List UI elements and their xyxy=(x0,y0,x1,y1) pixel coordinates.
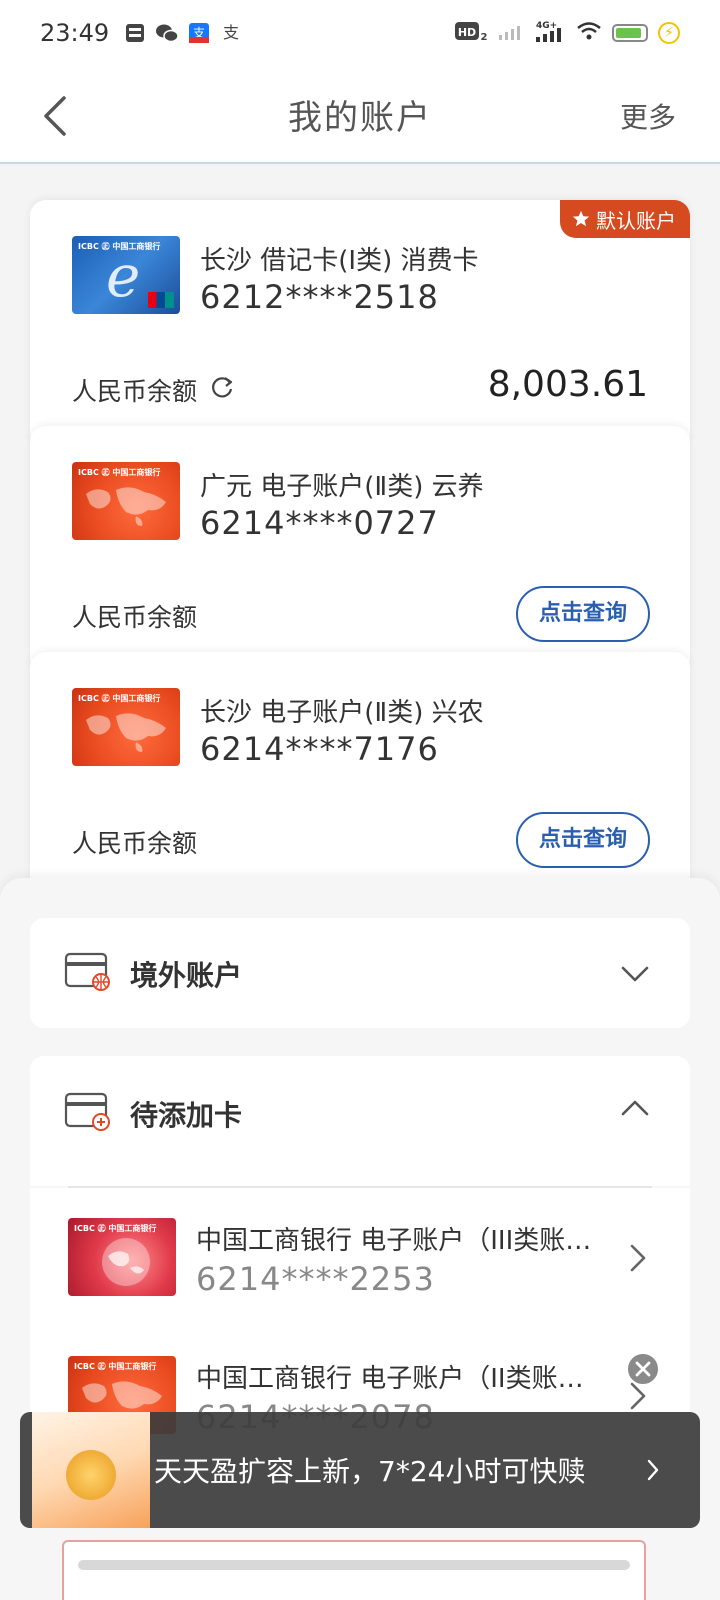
account-card[interactable]: 默认账户 ICBC ㊣ 中国工商银行 e 长沙 借记卡(Ⅰ类) 消费卡 6212… xyxy=(30,200,690,450)
account-number: 6214****7176 xyxy=(200,730,439,768)
balance-label: 人民币余额 xyxy=(72,377,198,406)
account-number: 6212****2518 xyxy=(200,278,439,316)
pending-card-number: 6214****2253 xyxy=(196,1260,435,1298)
balance-value: 8,003.61 xyxy=(487,364,648,405)
query-balance-button[interactable]: 点击查询 xyxy=(516,812,650,868)
promo-close-button[interactable] xyxy=(626,1352,660,1386)
svg-text:4G+: 4G+ xyxy=(536,21,557,31)
balance-label-row: 人民币余额 xyxy=(72,824,197,860)
account-name: 长沙 电子账户(Ⅱ类) 兴农 xyxy=(200,698,484,728)
wechat-icon xyxy=(155,22,179,44)
chevron-right-icon xyxy=(646,1458,660,1482)
card-image: ICBC ㊣ 中国工商银行 xyxy=(68,1218,176,1296)
default-account-label: 默认账户 xyxy=(596,208,676,233)
account-name: 长沙 借记卡(Ⅰ类) 消费卡 xyxy=(200,246,479,276)
pending-card-item[interactable]: ICBC ㊣ 中国工商银行 中国工商银行 电子账户（III类账… 6214***… xyxy=(30,1188,690,1328)
pending-card-name: 中国工商银行 电子账户（III类账… xyxy=(196,1226,592,1256)
promo-image xyxy=(32,1412,150,1528)
default-account-badge: 默认账户 xyxy=(560,200,690,238)
overseas-account-section[interactable]: 境外账户 xyxy=(30,918,690,1028)
balance-label: 人民币余额 xyxy=(72,829,198,858)
hd-icon: HD 2 xyxy=(454,20,488,46)
alipay-small-icon: 支 xyxy=(219,22,243,44)
pending-card-name: 中国工商银行 电子账户（II类账… xyxy=(196,1364,584,1394)
query-balance-button[interactable]: 点击查询 xyxy=(516,586,650,642)
status-bar: 23:49 支 支 HD 2 4G+ ⚡ xyxy=(0,0,720,66)
pending-cards-title: 待添加卡 xyxy=(130,1099,243,1132)
wifi-icon xyxy=(576,21,602,45)
chevron-down-icon[interactable] xyxy=(620,964,650,984)
battery-icon xyxy=(612,24,648,42)
balance-label-row: 人民币余额 xyxy=(72,598,197,634)
balance-label: 人民币余额 xyxy=(72,603,198,632)
account-name: 广元 电子账户(Ⅱ类) 云养 xyxy=(200,472,484,502)
nav-header: 我的账户 更多 xyxy=(0,66,720,164)
svg-text:支: 支 xyxy=(223,23,239,42)
charging-icon: ⚡ xyxy=(658,22,680,44)
close-icon xyxy=(635,1361,651,1377)
promo-text: 天天盈扩容上新，7*24小时可快赎 xyxy=(154,1455,586,1488)
pending-cards-section[interactable]: 待添加卡 xyxy=(30,1056,690,1186)
chevron-right-icon xyxy=(628,1242,648,1274)
svg-text:2: 2 xyxy=(481,32,488,42)
chevron-left-icon xyxy=(44,96,66,136)
account-card[interactable]: ICBC ㊣ 中国工商银行 长沙 电子账户(Ⅱ类) 兴农 6214****717… xyxy=(30,652,690,892)
more-button[interactable]: 更多 xyxy=(620,96,676,136)
promo-banner[interactable]: 天天盈扩容上新，7*24小时可快赎 xyxy=(20,1412,700,1528)
overseas-card-icon xyxy=(64,952,112,992)
card-image: ICBC ㊣ 中国工商银行 xyxy=(72,462,180,540)
alipay-icon: 支 xyxy=(187,22,211,44)
back-button[interactable] xyxy=(38,92,78,140)
svg-text:HD: HD xyxy=(458,26,476,39)
page-title: 我的账户 xyxy=(288,97,432,138)
signal-weak-icon xyxy=(498,21,524,45)
add-card-icon xyxy=(64,1092,112,1132)
chevron-up-icon[interactable] xyxy=(620,1098,650,1118)
account-number: 6214****0727 xyxy=(200,504,439,542)
notification-icon xyxy=(123,22,147,44)
balance-label-row: 人民币余额 xyxy=(72,372,235,408)
card-image: ICBC ㊣ 中国工商银行 e xyxy=(72,236,180,314)
bottom-button-partial xyxy=(62,1540,646,1600)
signal-4g-icon: 4G+ xyxy=(534,19,566,47)
star-icon xyxy=(572,210,590,227)
status-time: 23:49 xyxy=(40,19,110,47)
account-card[interactable]: ICBC ㊣ 中国工商银行 广元 电子账户(Ⅱ类) 云养 6214****072… xyxy=(30,426,690,676)
overseas-account-title: 境外账户 xyxy=(130,959,243,992)
refresh-icon[interactable] xyxy=(209,374,235,406)
card-image: ICBC ㊣ 中国工商银行 xyxy=(72,688,180,766)
